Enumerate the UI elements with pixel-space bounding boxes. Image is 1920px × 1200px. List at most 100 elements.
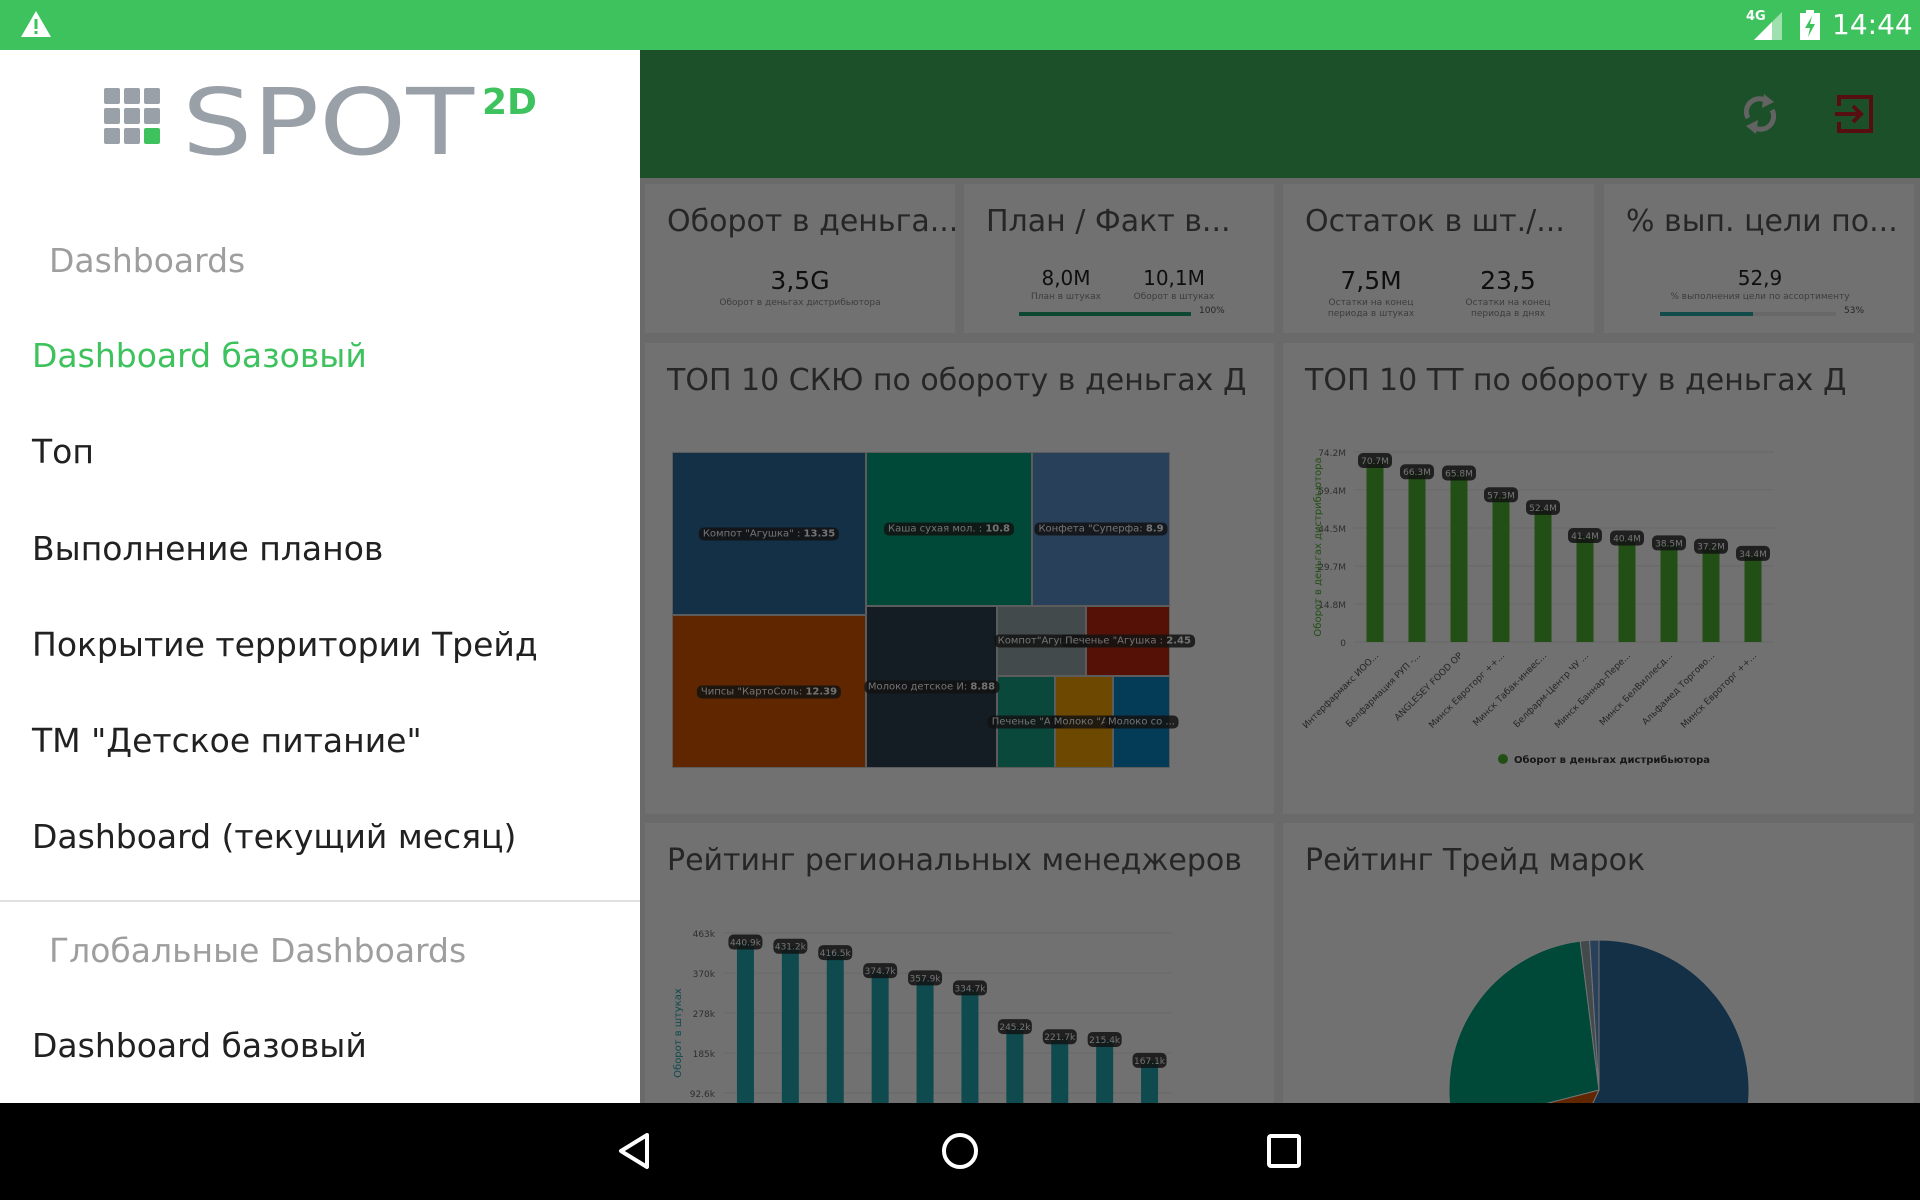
kpi-subtitle: Остатки на конец периода в штуках xyxy=(1327,298,1415,319)
y-axis-label: Оборот в деньгах дистрибьютора xyxy=(1313,457,1324,636)
bar xyxy=(1450,473,1468,642)
drawer-section-global: Глобальные Dashboards xyxy=(49,931,467,970)
bar xyxy=(1051,1037,1069,1103)
drawer-item-global-dashboard-base[interactable]: Dashboard базовый xyxy=(32,1026,367,1065)
x-tick-label: Минск Баннар-Пере... xyxy=(1553,651,1633,731)
x-tick-label: Белфарм-Центр ЧУ ... xyxy=(1512,651,1591,730)
kpi-card-turnover[interactable]: Оборот в деньга... 3,5G Оборот в деньгах… xyxy=(645,184,955,333)
progress-label: 100% xyxy=(1199,306,1225,316)
y-tick-label: 463k xyxy=(693,930,716,940)
managers-bar-panel[interactable]: Рейтинг региональных менеджеров 92.6k 185… xyxy=(645,823,1274,1103)
data-label: 215.4k xyxy=(1089,1036,1121,1046)
kpi-card-plan-fact[interactable]: План / Факт в... 8,0M План в штуках 10,1… xyxy=(964,184,1274,333)
data-label: 374.7k xyxy=(865,967,897,977)
recents-icon[interactable] xyxy=(1264,1131,1304,1171)
data-label: 70.7M xyxy=(1361,457,1389,467)
treemap-label: Чипсы "КартоСоль: 12.39 xyxy=(696,685,842,698)
data-label: 57.3M xyxy=(1487,491,1515,501)
data-label: 37.2M xyxy=(1697,543,1725,553)
kpi-card-stock[interactable]: Остаток в шт./... 7,5M Остатки на конец … xyxy=(1283,184,1594,333)
kpi-title: План / Факт в... xyxy=(986,204,1231,239)
bar xyxy=(1660,543,1678,642)
drawer-section-dashboards: Dashboards xyxy=(49,241,246,280)
bar xyxy=(781,946,799,1103)
kpi-card-goal[interactable]: % вып. цели по... 52,9 % выполнения цели… xyxy=(1604,184,1914,333)
bar xyxy=(826,953,844,1103)
managers-bar-chart: 92.6k 185k 278k 370k 463k Оборот в штуках 440.… xyxy=(673,930,1172,1103)
tt-bar-panel[interactable]: ТОП 10 ТТ по обороту в деньгах Д 0 14.8M 2… xyxy=(1283,343,1914,814)
app-bar xyxy=(640,50,1920,178)
drawer-item-baby-food[interactable]: ТМ "Детское питание" xyxy=(32,721,422,760)
kpi-subtitle: Оборот в деньгах дистрибьютора xyxy=(719,298,881,308)
back-icon[interactable] xyxy=(615,1131,655,1171)
drawer-item-plans[interactable]: Выполнение планов xyxy=(32,529,383,568)
brands-pie-chart xyxy=(1448,939,1750,1103)
drawer-item-current-month[interactable]: Dashboard (текущий месяц) xyxy=(32,817,516,856)
x-tick-label: Белфармация РУП -... xyxy=(1344,651,1423,730)
progress-bar xyxy=(1660,312,1836,316)
home-icon[interactable] xyxy=(940,1131,980,1171)
bar xyxy=(1702,546,1720,642)
treemap-label: Печенье "Агушка : 2.45 xyxy=(1061,634,1195,648)
progress-label: 53% xyxy=(1844,306,1865,316)
x-tick-label: Минск БелВиллесд... xyxy=(1598,651,1675,728)
kpi-subtitle: Остатки на конец периода в днях xyxy=(1465,298,1551,319)
bar xyxy=(1618,538,1636,642)
treemap-panel[interactable]: ТОП 10 СКЮ по обороту в деньгах Д Компот… xyxy=(645,343,1274,814)
tt-bar-chart: 014.8M29.7M44.5M59.4M74.2MОборот в деньг… xyxy=(1301,449,1774,766)
progress-fill xyxy=(1019,312,1191,316)
bar xyxy=(871,971,889,1103)
bar xyxy=(1492,495,1510,642)
kpi-subtitle: План в штуках xyxy=(1030,292,1102,302)
kpi-title: Остаток в шт./... xyxy=(1305,204,1565,239)
brands-pie-panel[interactable]: Рейтинг Трейд марок xyxy=(1283,823,1914,1103)
bar xyxy=(1006,1027,1024,1103)
navigation-drawer: SPOT 2D Dashboards Dashboard базовый Топ… xyxy=(0,50,640,1103)
bar xyxy=(1576,535,1594,642)
data-label: 167.1k xyxy=(1134,1057,1166,1067)
drawer-item-coverage[interactable]: Покрытие территории Трейд xyxy=(32,625,538,664)
bar xyxy=(1096,1039,1114,1103)
kpi-value: 3,5G xyxy=(770,266,830,295)
dashboard-content-dimmed[interactable]: Оборот в деньга... 3,5G Оборот в деньгах… xyxy=(640,178,1920,1103)
clock: 14:44 xyxy=(1832,8,1913,41)
x-tick-label: Интерфармакс ИОО... xyxy=(1301,651,1381,731)
system-nav-bar xyxy=(0,1103,1920,1200)
kpi-value: 7,5M xyxy=(1340,266,1402,295)
x-tick-label: Минск Евроторг ++... xyxy=(1427,651,1507,731)
logout-icon[interactable] xyxy=(1835,94,1875,134)
drawer-divider xyxy=(0,900,640,902)
data-label: 41.4M xyxy=(1571,532,1599,542)
data-label: 38.5M xyxy=(1655,539,1683,549)
spot2d-logo: SPOT 2D xyxy=(104,69,544,176)
y-tick-label: 185k xyxy=(693,1050,716,1060)
bar xyxy=(1744,553,1762,642)
signal-icon xyxy=(1754,12,1782,40)
kpi-subtitle: % выполнения цели по ассортименту xyxy=(1670,292,1850,302)
x-tick-label: ANGLESEY FOOD ОР xyxy=(1393,651,1466,724)
sync-icon[interactable] xyxy=(1740,92,1780,136)
kpi-value: 10,1M xyxy=(1143,266,1205,290)
drawer-item-dashboard-base[interactable]: Dashboard базовый xyxy=(32,336,367,375)
data-label: 66.3M xyxy=(1403,468,1431,478)
data-label: 40.4M xyxy=(1613,535,1641,545)
bar xyxy=(961,988,979,1103)
treemap-label: Молоко детское И: 8.88 xyxy=(863,680,1000,694)
status-bar: 4G 14:44 xyxy=(0,0,1920,50)
kpi-title: Оборот в деньга... xyxy=(667,204,955,239)
data-label: 357.9k xyxy=(910,974,942,984)
data-label: 431.2k xyxy=(775,943,807,953)
data-label: 65.8M xyxy=(1445,470,1473,480)
pie-slice xyxy=(1448,940,1600,1103)
x-tick-label: Минск Табак-инвес... xyxy=(1472,651,1550,729)
treemap-label: Молоко со ... xyxy=(1104,715,1179,729)
progress-fill xyxy=(1660,312,1754,316)
treemap-label: Каша сухая мол. : 10.8 xyxy=(884,522,1014,536)
treemap-label: Компот "Агушка" : 13.35 xyxy=(698,527,840,540)
bar xyxy=(1408,472,1426,642)
data-label: 34.4M xyxy=(1739,550,1767,560)
data-label: 440.9k xyxy=(730,939,762,949)
drawer-item-top[interactable]: Топ xyxy=(32,432,94,471)
kpi-value: 23,5 xyxy=(1480,266,1536,295)
data-label: 221.7k xyxy=(1044,1033,1076,1043)
